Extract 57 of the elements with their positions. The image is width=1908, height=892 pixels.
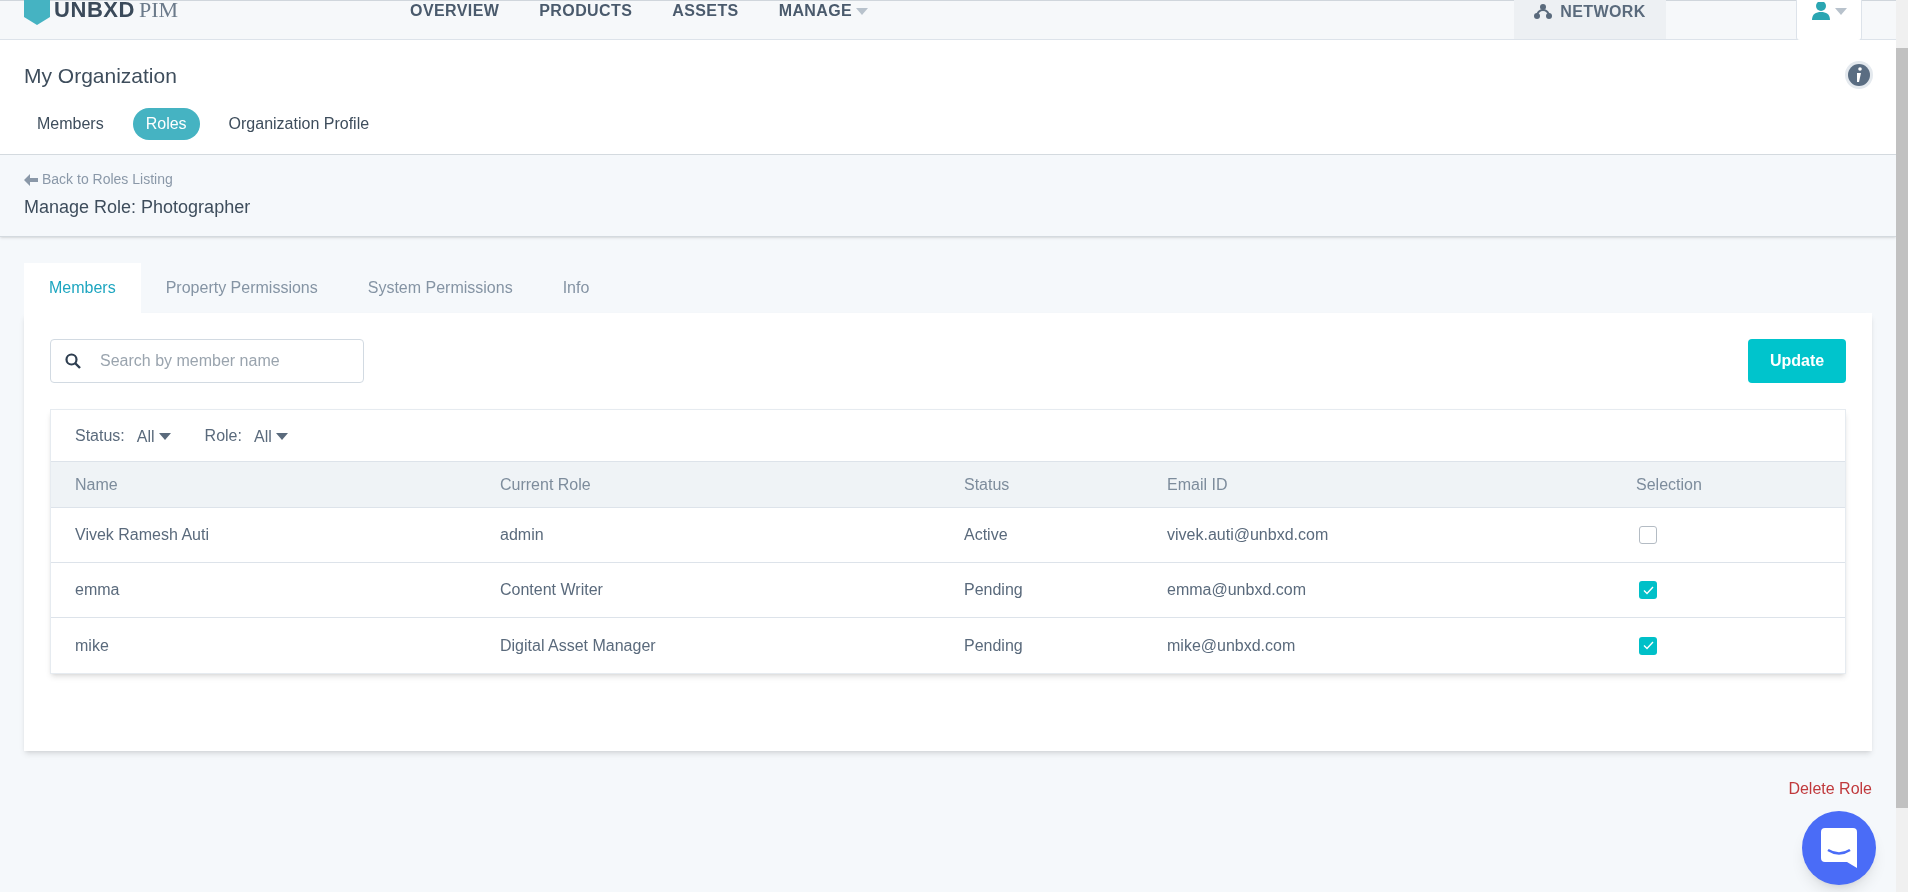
- back-link[interactable]: Back to Roles Listing: [24, 169, 1872, 190]
- chat-button[interactable]: [1802, 811, 1876, 885]
- filter-dropdown[interactable]: All: [136, 424, 171, 449]
- nav-link[interactable]: PRODUCTS: [539, 0, 633, 23]
- logo-text: UNBXD: [54, 0, 135, 24]
- filter-label: Status:: [75, 425, 125, 446]
- header-tab[interactable]: Organization Profile: [215, 107, 383, 140]
- chat-icon: [1821, 828, 1857, 868]
- row-checkbox[interactable]: [1639, 526, 1657, 544]
- info-icon: [1844, 60, 1874, 90]
- page-heading: My Organization: [24, 63, 177, 89]
- search-field[interactable]: Search by member name: [50, 339, 364, 383]
- table-cell: Pending: [964, 636, 1023, 654]
- tab[interactable]: Property Permissions: [140, 263, 343, 313]
- role-title: Manage Role: Photographer: [24, 196, 252, 219]
- table-cell: mike@unbxd.com: [1167, 636, 1296, 654]
- table-cell: emma: [75, 581, 120, 598]
- tab[interactable]: Info: [537, 263, 615, 313]
- table-cell: vivek.auti@unbxd.com: [1167, 526, 1329, 543]
- shield-logo-icon: [24, 0, 50, 25]
- caret-icon: [1835, 8, 1847, 15]
- column-header: Selection: [1636, 475, 1702, 493]
- table-cell: Vivek Ramesh Auti: [75, 526, 209, 543]
- search-icon: [65, 353, 81, 369]
- filter-dropdown[interactable]: All: [253, 424, 288, 449]
- check-icon: [1642, 585, 1654, 595]
- filter-label: Role:: [204, 425, 242, 446]
- table-cell: Pending: [964, 581, 1023, 598]
- delete-role-link[interactable]: Delete Role: [1788, 777, 1872, 801]
- user-icon: [1811, 2, 1831, 20]
- column-header: Status: [964, 475, 1010, 493]
- table-cell: Content Writer: [500, 581, 603, 598]
- network-tab[interactable]: NETWORK: [1514, 0, 1666, 39]
- scrollbar[interactable]: [1896, 0, 1908, 892]
- tab[interactable]: System Permissions: [342, 263, 538, 313]
- row-checkbox[interactable]: [1639, 636, 1657, 655]
- row-checkbox[interactable]: [1639, 581, 1657, 599]
- check-icon: [1642, 641, 1654, 650]
- tab[interactable]: Members: [24, 263, 141, 313]
- nav-link[interactable]: MANAGE: [778, 0, 869, 23]
- table-cell: mike: [75, 636, 109, 654]
- column-header: Email ID: [1167, 475, 1228, 493]
- nav-link[interactable]: OVERVIEW: [410, 0, 500, 23]
- table-cell: emma@unbxd.com: [1167, 581, 1306, 598]
- table-cell: Digital Asset Manager: [500, 636, 656, 654]
- table-cell: Active: [964, 526, 1008, 543]
- header-tab[interactable]: Members: [24, 107, 117, 140]
- nav-link[interactable]: ASSETS: [672, 0, 739, 23]
- arrow-left-icon: [24, 173, 38, 186]
- network-icon: [1534, 4, 1553, 20]
- column-header: Current Role: [500, 475, 591, 493]
- caret-icon: [158, 433, 171, 440]
- logo-suffix: PIM: [139, 0, 179, 24]
- column-header: Name: [75, 475, 118, 493]
- caret-icon: [275, 433, 288, 440]
- table-cell: admin: [500, 526, 544, 543]
- user-menu-button[interactable]: [1796, 0, 1862, 41]
